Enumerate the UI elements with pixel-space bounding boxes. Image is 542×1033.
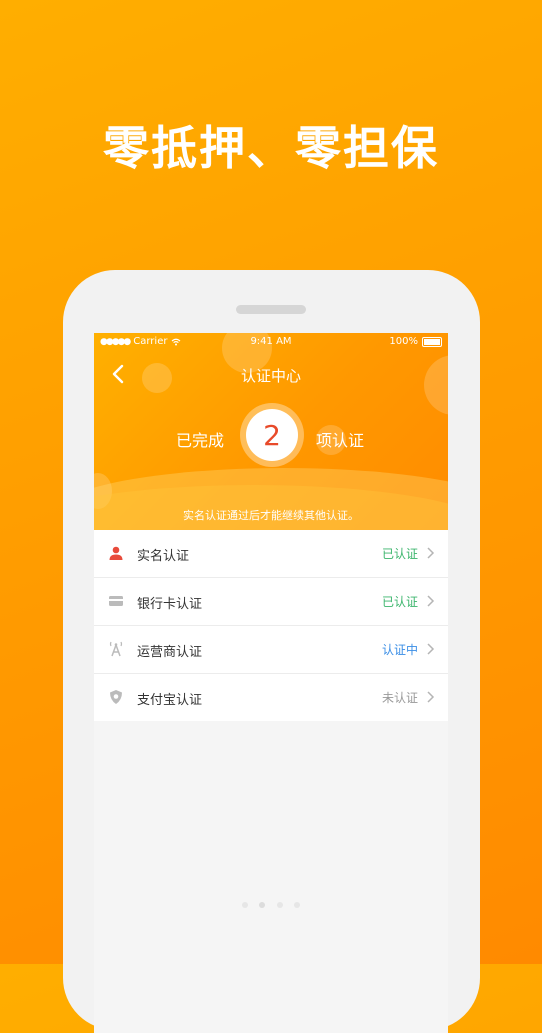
signal-tower-icon (109, 641, 123, 657)
alipay-shield-icon (110, 690, 122, 704)
chevron-right-icon (427, 691, 435, 703)
phone-speaker (236, 305, 306, 314)
list-item-carrier[interactable]: 运营商认证 认证中 (94, 626, 448, 674)
chevron-right-icon (427, 547, 435, 559)
item-label: 运营商认证 (137, 645, 203, 660)
item-status: 认证中 (381, 643, 418, 657)
headline: 零抵押、零担保 (103, 121, 439, 175)
item-label: 支付宝认证 (137, 693, 203, 708)
page-dot-active (259, 902, 266, 908)
chevron-right-icon (427, 595, 435, 607)
app-screen: ●●●●● Carrier 9:41 AM 100% 认证中心 已完成 2 项认… (94, 333, 448, 1033)
page-indicator (94, 893, 448, 912)
page-dot (276, 902, 283, 908)
phone-frame: ●●●●● Carrier 9:41 AM 100% 认证中心 已完成 2 项认… (63, 270, 480, 1033)
person-icon (109, 546, 123, 560)
list-item-bank-card[interactable]: 银行卡认证 已认证 (94, 578, 448, 626)
battery-icon (422, 336, 442, 347)
item-label: 实名认证 (137, 549, 190, 564)
list-item-real-name[interactable]: 实名认证 已认证 (94, 530, 448, 578)
item-status: 已认证 (381, 595, 418, 609)
nav-bar: 认证中心 (94, 359, 448, 389)
item-label: 银行卡认证 (137, 597, 203, 612)
progress-suffix: 项认证 (316, 431, 365, 450)
progress-summary: 已完成 2 项认证 (94, 403, 448, 473)
nav-title: 认证中心 (240, 367, 301, 385)
progress-prefix: 已完成 (176, 431, 225, 450)
verification-list: 实名认证 已认证 银行卡认证 已认证 运营商认证 认证中 支付宝认证 未认证 (94, 530, 448, 721)
chevron-right-icon (427, 643, 435, 655)
page-dot (293, 902, 300, 908)
hero-banner: ●●●●● Carrier 9:41 AM 100% 认证中心 已完成 2 项认… (94, 333, 448, 530)
progress-count: 2 (246, 409, 298, 461)
list-item-alipay[interactable]: 支付宝认证 未认证 (94, 674, 448, 721)
item-status: 未认证 (381, 691, 418, 705)
item-status: 已认证 (381, 547, 418, 561)
hint-text: 实名认证通过后才能继续其他认证。 (183, 509, 359, 522)
battery-label: 100% (389, 336, 418, 347)
progress-ring: 2 (240, 403, 304, 467)
status-bar: ●●●●● Carrier 9:41 AM 100% (94, 336, 448, 350)
page-dot (242, 902, 249, 908)
bank-card-icon (109, 596, 123, 606)
status-right: 100% (389, 336, 442, 347)
